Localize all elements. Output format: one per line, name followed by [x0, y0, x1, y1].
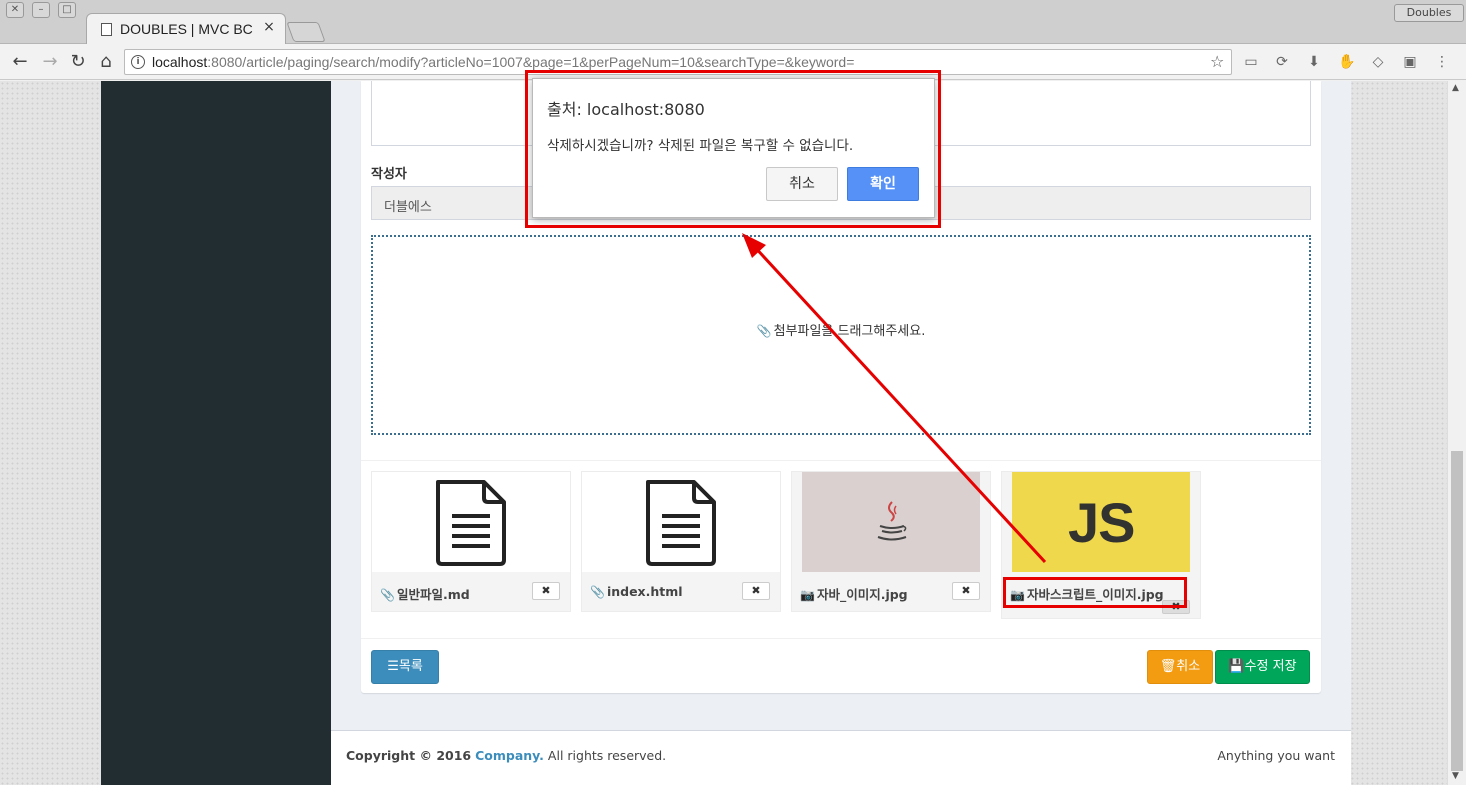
footer-copyright: Copyright © 2016 Company. All rights res…	[346, 748, 666, 763]
paperclip-icon: 📎	[590, 585, 605, 599]
annotation-box-file	[1003, 577, 1187, 608]
floppy-icon: 💾	[1228, 659, 1245, 674]
camera-icon: 📷	[800, 588, 815, 602]
url-host: localhost	[152, 54, 208, 70]
java-logo-icon	[877, 501, 907, 541]
menu-dots-icon[interactable]: ⋮	[1434, 54, 1450, 70]
attachment-name[interactable]: 📷 자바_이미지.jpg	[800, 584, 908, 603]
reload-icon[interactable]: ↻	[68, 52, 88, 72]
remove-attachment-button[interactable]: ✖	[952, 582, 980, 600]
extension-cast-icon[interactable]: ▭	[1243, 54, 1259, 70]
browser-titlebar: ✕ – □ DOUBLES | MVC BC × Doubles	[0, 0, 1466, 45]
java-image-thumbnail[interactable]	[802, 472, 980, 572]
save-button[interactable]: 💾수정 저장	[1215, 650, 1310, 684]
forward-arrow-icon[interactable]: →	[40, 52, 60, 72]
tab-title: DOUBLES | MVC BC	[120, 21, 253, 37]
cancel-button[interactable]: 🗑취소	[1147, 650, 1213, 684]
divider	[361, 460, 1321, 461]
attachment-card: 📷 자바_이미지.jpg ✖	[791, 471, 991, 612]
extension-shield-icon[interactable]: ◇	[1370, 54, 1386, 70]
list-icon: ☰	[387, 659, 399, 674]
home-icon[interactable]: ⌂	[96, 52, 116, 72]
attachment-card: 📎 index.html ✖	[581, 471, 781, 612]
page-footer: Copyright © 2016 Company. All rights res…	[331, 730, 1351, 785]
list-button[interactable]: ☰목록	[371, 650, 439, 684]
copyright-prefix: Copyright © 2016	[346, 748, 472, 763]
window-minimize-icon[interactable]: –	[32, 2, 50, 18]
remove-attachment-button[interactable]: ✖	[532, 582, 560, 600]
scroll-up-icon[interactable]: ▲	[1452, 83, 1459, 93]
attachment-name[interactable]: 📎 일반파일.md	[380, 584, 470, 603]
extension-sync-icon[interactable]: ⟳	[1274, 54, 1290, 70]
back-arrow-icon[interactable]: ←	[10, 52, 30, 72]
url-text[interactable]: localhost:8080/article/paging/search/mod…	[152, 54, 854, 70]
dropzone-message: 📎 첨부파일을 드래그해주세요.	[373, 320, 1309, 339]
rights-text: All rights reserved.	[547, 748, 667, 763]
profile-button[interactable]: Doubles	[1394, 4, 1464, 22]
scroll-down-icon[interactable]: ▼	[1452, 771, 1459, 781]
extension-download-icon[interactable]: ⬇	[1306, 54, 1322, 70]
attachment-name-text: 자바_이미지.jpg	[816, 587, 908, 602]
extension-box-icon[interactable]: ▣	[1402, 54, 1418, 70]
javascript-image-thumbnail[interactable]: JS	[1012, 472, 1190, 572]
footer-right-text: Anything you want	[1217, 748, 1335, 763]
dropzone-text: 첨부파일을 드래그해주세요.	[773, 324, 926, 339]
attachment-thumbnail	[372, 472, 570, 572]
bookmark-star-icon[interactable]: ☆	[1210, 52, 1224, 71]
paperclip-icon: 📎	[380, 588, 395, 602]
file-dropzone[interactable]: 📎 첨부파일을 드래그해주세요.	[371, 235, 1311, 435]
extension-hand-icon[interactable]: ✋	[1338, 54, 1355, 70]
save-button-label: 수정 저장	[1244, 659, 1297, 674]
page-icon	[101, 23, 112, 36]
attachment-name-text: index.html	[606, 584, 683, 599]
trash-icon: 🗑	[1159, 659, 1177, 674]
scrollbar-thumb[interactable]	[1451, 451, 1463, 771]
writer-label: 작성자	[371, 167, 407, 182]
window-close-icon[interactable]: ✕	[6, 2, 24, 18]
url-path: :8080/article/paging/search/modify?artic…	[207, 54, 855, 70]
tab-close-icon[interactable]: ×	[261, 19, 277, 37]
attachment-card: 📎 일반파일.md ✖	[371, 471, 571, 612]
attachment-name[interactable]: 📎 index.html	[590, 584, 683, 599]
new-tab-button[interactable]	[286, 22, 326, 42]
annotation-box-dialog	[525, 70, 941, 228]
site-info-icon[interactable]: i	[131, 55, 145, 69]
company-link[interactable]: Company.	[475, 748, 544, 763]
page-scrollbar[interactable]: ▲ ▼	[1447, 81, 1466, 785]
document-icon	[646, 480, 716, 566]
cancel-button-label: 취소	[1176, 659, 1201, 674]
main-sidebar	[101, 81, 331, 785]
divider	[361, 638, 1321, 639]
attachment-name-text: 일반파일.md	[396, 587, 470, 602]
document-icon	[436, 480, 506, 566]
paperclip-icon: 📎	[756, 324, 772, 338]
window-maximize-icon[interactable]: □	[58, 2, 76, 18]
attachment-thumbnail	[582, 472, 780, 572]
browser-tab-active[interactable]: DOUBLES | MVC BC ×	[86, 13, 286, 45]
remove-attachment-button[interactable]: ✖	[742, 582, 770, 600]
list-button-label: 목록	[398, 659, 423, 674]
js-logo-text: JS	[1068, 491, 1135, 554]
